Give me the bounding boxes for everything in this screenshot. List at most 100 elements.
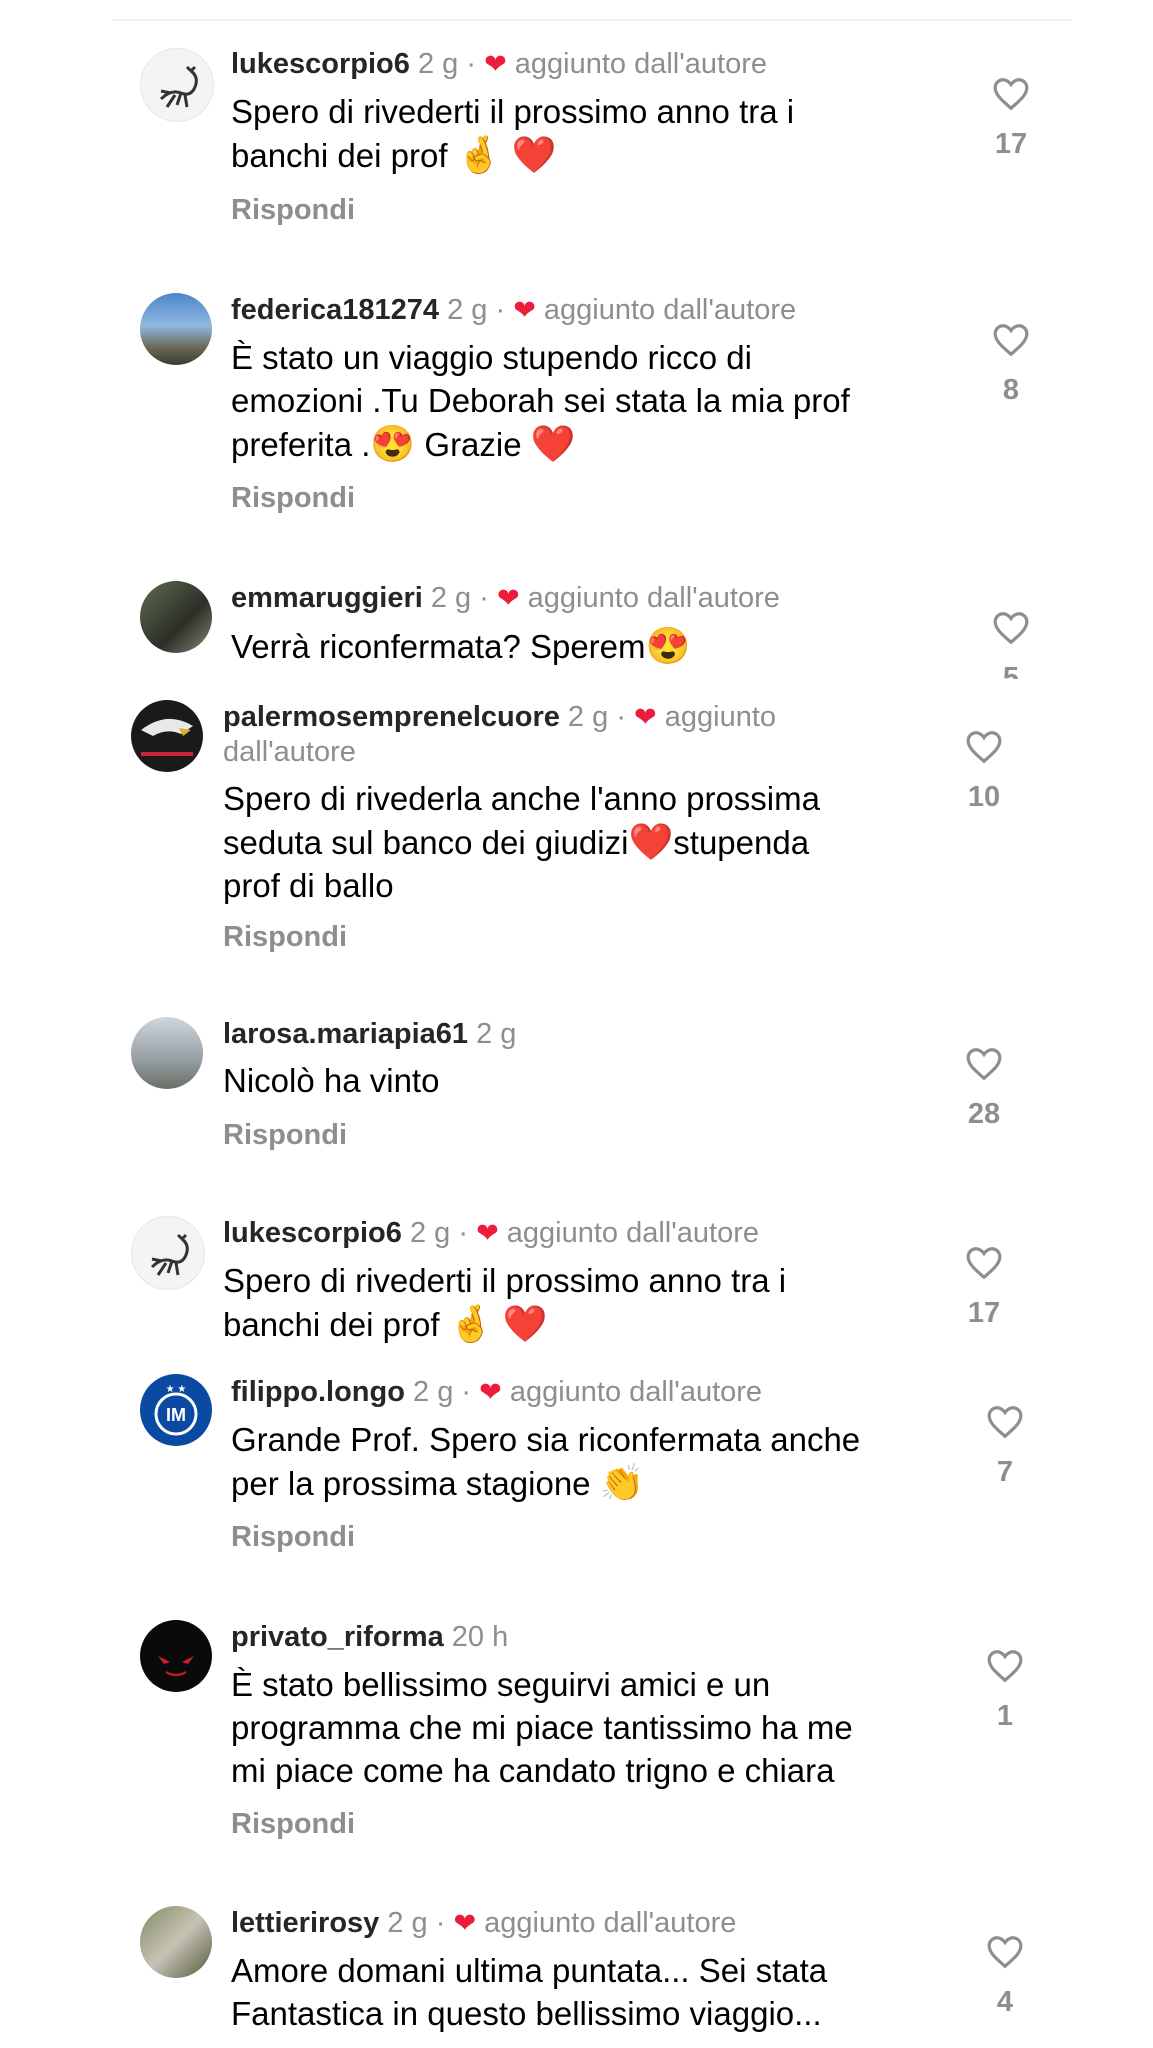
comment-text: È stato un viaggio stupendo ricco di emo… [231, 336, 850, 466]
avatar[interactable] [140, 293, 212, 365]
author-liked-label: aggiunto dall'autore [509, 1376, 763, 1408]
comment-line: Grazie [415, 426, 531, 463]
like-count: 1 [996, 1700, 1014, 1732]
red-heart-icon: ❤ [476, 1218, 499, 1248]
comment-line: preferita . [231, 426, 371, 463]
like-group: 28 [954, 1045, 1014, 1131]
comment-line: Grande Prof. Spero sia riconfermata anch… [231, 1421, 861, 1458]
red-heart-emoji: ❤️ [628, 821, 674, 862]
heart-outline-icon[interactable] [965, 1045, 1003, 1083]
red-heart-icon: ❤ [484, 49, 507, 79]
heart-eyes-emoji: 😍 [645, 625, 691, 666]
separator: · [435, 1907, 446, 1939]
red-heart-emoji: ❤️ [530, 423, 576, 464]
comment-text: Spero di rivederti il prossimo anno tra … [231, 90, 794, 177]
reply-button[interactable]: Rispondi [231, 1806, 355, 1842]
avatar[interactable] [131, 1017, 203, 1089]
comment-text: Spero di rivederti il prossimo anno tra … [223, 1259, 786, 1346]
like-group: 4 [975, 1933, 1035, 2019]
username[interactable]: lukescorpio6 [223, 1217, 402, 1249]
avatar[interactable] [140, 581, 212, 653]
username[interactable]: lukescorpio6 [231, 48, 410, 80]
username[interactable]: larosa.mariapia61 [223, 1018, 468, 1050]
username[interactable]: lettierirosy [231, 1907, 379, 1939]
avatar[interactable]: IM ★ ★ [140, 1374, 212, 1446]
like-count: 8 [1002, 374, 1020, 406]
heart-outline-icon[interactable] [986, 1933, 1024, 1971]
heart-outline-icon[interactable] [992, 609, 1030, 647]
username[interactable]: filippo.longo [231, 1376, 405, 1408]
like-group: 17 [954, 1244, 1014, 1330]
comment-line: Nicolò ha vinto [223, 1062, 440, 1099]
heart-outline-icon[interactable] [986, 1403, 1024, 1441]
comment-line: mi piace come ha candato trigno e chiara [231, 1752, 835, 1789]
heart-outline-icon[interactable] [986, 1647, 1024, 1685]
comment-meta: emmaruggieri 2 g · ❤ aggiunto dall'autor… [231, 580, 780, 616]
svg-text:IM: IM [166, 1405, 186, 1425]
comment-meta: privato_riforma 20 h [231, 1619, 508, 1655]
heart-outline-icon[interactable] [992, 75, 1030, 113]
timestamp: 2 g [417, 48, 459, 80]
separator: · [466, 48, 477, 80]
separator: · [461, 1376, 472, 1408]
inter-logo-icon: IM ★ ★ [154, 1384, 198, 1436]
username[interactable]: emmaruggieri [231, 582, 423, 614]
like-group: 1 [975, 1647, 1035, 1733]
username[interactable]: federica181274 [231, 294, 439, 326]
timestamp: 20 h [451, 1621, 509, 1653]
username[interactable]: palermosemprenelcuore [223, 701, 560, 733]
reply-button[interactable]: Rispondi [231, 192, 355, 228]
comment-line: È stato un viaggio stupendo ricco di [231, 339, 752, 376]
like-count: 17 [994, 128, 1028, 160]
comment-line: banchi dei prof [231, 137, 457, 174]
comment-text: Nicolò ha vinto [223, 1059, 439, 1102]
comment-line: Spero di rivederla anche l'anno prossima [223, 780, 820, 817]
avatar[interactable] [140, 48, 214, 122]
reply-button[interactable]: Rispondi [223, 1117, 347, 1153]
heart-outline-icon[interactable] [965, 728, 1003, 766]
reply-button[interactable]: Rispondi [231, 480, 355, 516]
like-group: 8 [981, 321, 1041, 407]
author-liked-label: aggiunto dall'autore [543, 294, 797, 326]
red-heart-icon: ❤ [479, 1377, 502, 1407]
comment-line: programma che mi piace tantissimo ha me [231, 1709, 853, 1746]
avatar[interactable] [140, 1620, 212, 1692]
heart-outline-icon[interactable] [965, 1244, 1003, 1282]
avatar[interactable] [131, 1216, 205, 1290]
red-heart-emoji: ❤️ [502, 1303, 548, 1344]
username[interactable]: privato_riforma [231, 1621, 444, 1653]
comment-text: È stato bellissimo seguirvi amici e un p… [231, 1663, 853, 1792]
like-group: 7 [975, 1403, 1035, 1489]
separator: · [495, 294, 506, 326]
like-count: 4 [996, 1986, 1014, 2018]
comment-meta: larosa.mariapia61 2 g [223, 1016, 516, 1052]
comment-line: Spero di rivederti il prossimo anno tra … [223, 1262, 787, 1299]
author-liked-label: aggiunto dall'autore [514, 48, 768, 80]
comment-meta: lukescorpio6 2 g · ❤ aggiunto dall'autor… [231, 46, 767, 82]
author-liked-label-cont: dall'autore [223, 736, 356, 768]
comment-line: emozioni .Tu Deborah sei stata la mia pr… [231, 382, 850, 419]
red-heart-icon: ❤ [496, 583, 520, 613]
timestamp: 2 g [409, 1217, 451, 1249]
comment-line: Verrà riconfermata? Sperem [231, 628, 646, 665]
comment-meta: filippo.longo 2 g · ❤ aggiunto dall'auto… [231, 1374, 762, 1410]
like-count: 28 [967, 1098, 1001, 1130]
avatar[interactable] [140, 1906, 212, 1978]
like-count: 17 [967, 1297, 1001, 1329]
scorpion-icon [159, 65, 198, 108]
comment-text: Spero di rivederla anche l'anno prossima… [223, 777, 820, 907]
comment-line: Fantastica in questo bellissimo viaggio.… [231, 1995, 822, 2032]
reply-button[interactable]: Rispondi [223, 919, 347, 955]
comment-line: banchi dei prof [223, 1306, 449, 1343]
comment-line: È stato bellissimo seguirvi amici e un [231, 1666, 771, 1703]
comment-meta: federica181274 2 g · ❤ aggiunto dall'aut… [231, 292, 796, 328]
timestamp: 2 g [430, 582, 472, 614]
like-group: 10 [954, 728, 1014, 814]
eagle-icon [141, 718, 193, 756]
comment-text: Grande Prof. Spero sia riconfermata anch… [231, 1418, 860, 1505]
avatar[interactable] [131, 700, 203, 772]
dark-mask-icon [158, 1656, 194, 1676]
heart-outline-icon[interactable] [992, 321, 1030, 359]
reply-button[interactable]: Rispondi [231, 1519, 355, 1555]
separator: · [616, 701, 626, 733]
